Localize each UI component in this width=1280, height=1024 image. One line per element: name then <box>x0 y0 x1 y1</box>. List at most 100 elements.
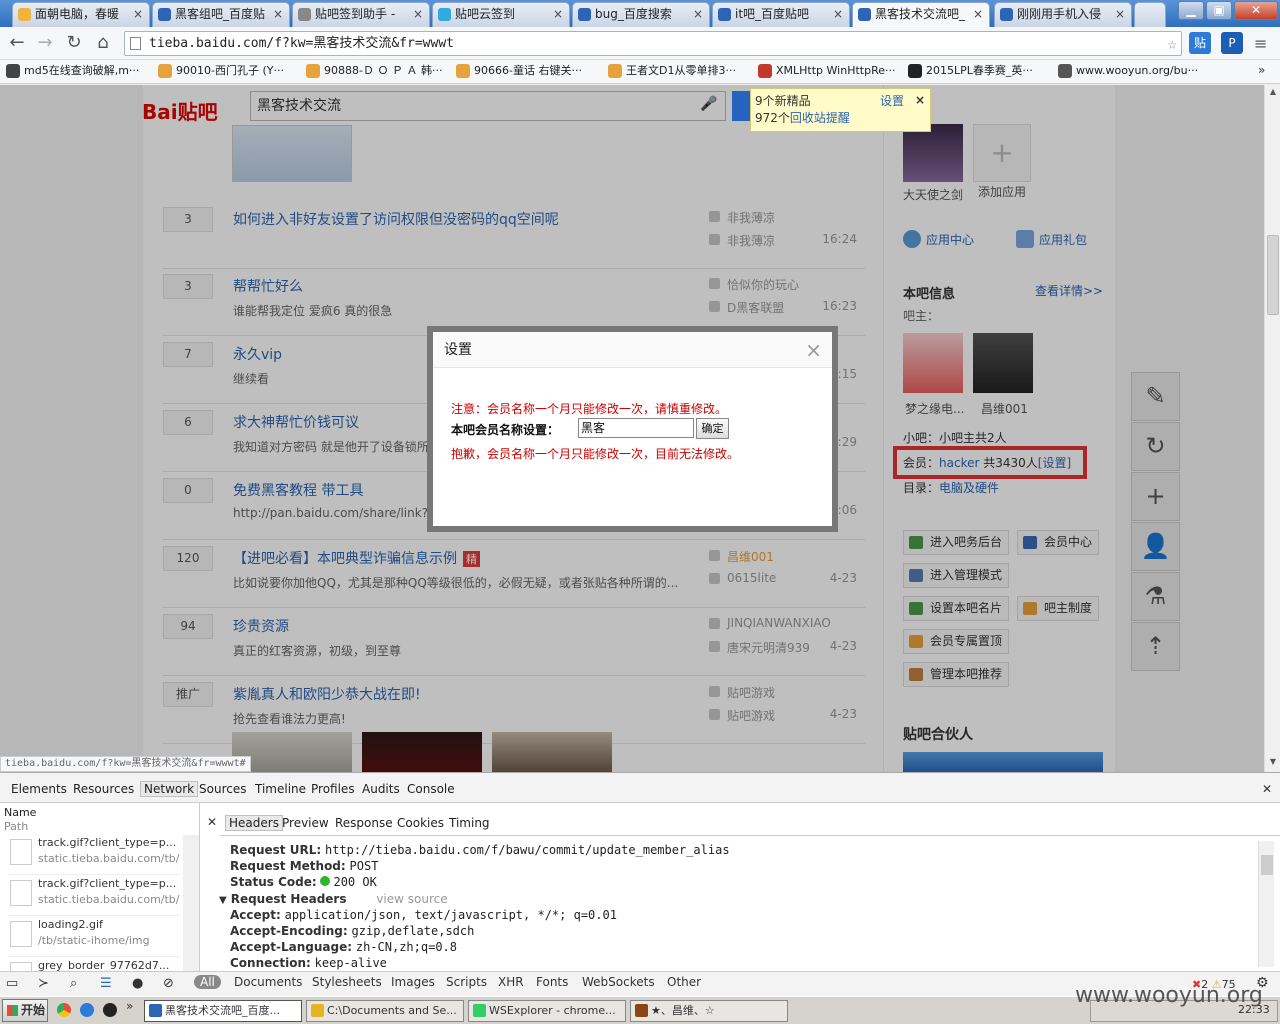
more-quicklaunch-icon[interactable]: » <box>126 999 133 1013</box>
notice-close-icon[interactable]: × <box>915 92 925 109</box>
confirm-button[interactable]: 确定 <box>696 418 729 439</box>
tab-close-icon[interactable]: × <box>413 3 423 25</box>
quicklaunch-icon[interactable] <box>80 1003 94 1017</box>
scroll-up-icon[interactable]: ▲ <box>1267 87 1279 99</box>
menu-icon[interactable]: ≡ <box>1254 34 1267 53</box>
filter-stylesheets[interactable]: Stylesheets <box>312 975 382 989</box>
start-button[interactable]: 开始 <box>2 999 48 1022</box>
devtools-tab-timeline[interactable]: Timeline <box>255 782 306 796</box>
filter-websockets[interactable]: WebSockets <box>582 975 655 989</box>
bookmark-item[interactable]: 90888-Ｄ Ｏ Ｐ Ａ 韩··· <box>306 63 442 79</box>
devtools-tab-network[interactable]: Network <box>140 781 199 797</box>
request-row[interactable]: loading2.gif/tb/static-ihome/img <box>8 917 180 957</box>
back-icon[interactable]: ← <box>6 32 28 54</box>
bookmark-icon <box>608 64 622 78</box>
address-bar[interactable]: tieba.baidu.com/f?kw=黑客技术交流&fr=wwwt ☆ <box>124 31 1182 56</box>
detail-close-icon[interactable]: ✕ <box>207 815 217 829</box>
devtools-tab-profiles[interactable]: Profiles <box>311 782 355 796</box>
tab-close-icon[interactable]: × <box>833 3 843 25</box>
filter-all[interactable]: All <box>194 975 221 989</box>
home-icon[interactable]: ⌂ <box>92 32 114 54</box>
close-window-button[interactable]: ✕ <box>1234 1 1278 20</box>
request-row[interactable]: track.gif?client_type=p... static.tieba.b… <box>8 835 180 875</box>
filter-xhr[interactable]: XHR <box>498 975 524 989</box>
tab-close-icon[interactable]: × <box>1115 3 1125 25</box>
qq-icon[interactable] <box>103 1003 117 1017</box>
taskbar-item[interactable]: 黑客技术交流吧_百度... <box>144 1000 302 1022</box>
browser-tab[interactable]: 黑客组吧_百度贴 × <box>152 2 290 27</box>
extension-icon[interactable]: P <box>1221 32 1243 54</box>
dialog-close-icon[interactable]: × <box>805 338 822 362</box>
taskbar-item[interactable]: ★、昌维、☆ <box>630 1000 788 1022</box>
detail-tab-timing[interactable]: Timing <box>449 816 490 830</box>
request-scrollbar[interactable] <box>183 835 199 971</box>
taskbar-item[interactable]: C:\Documents and Se... <box>306 1000 464 1022</box>
collapse-triangle-icon[interactable]: ▼ <box>219 895 227 906</box>
scroll-thumb[interactable] <box>1261 855 1273 875</box>
star-icon[interactable]: ☆ <box>1167 32 1177 55</box>
list-view-icon[interactable]: ☰ <box>100 976 112 991</box>
tab-close-icon[interactable]: × <box>133 3 143 25</box>
filter-scripts[interactable]: Scripts <box>446 975 487 989</box>
clear-icon[interactable]: ⊘ <box>163 976 174 991</box>
devtools-tab-resources[interactable]: Resources <box>73 782 134 796</box>
dock-icon[interactable]: ▭ <box>6 976 18 991</box>
devtools-tab-console[interactable]: Console <box>407 782 455 796</box>
recycle-bin-link[interactable]: 回收站提醒 <box>790 111 850 125</box>
tab-close-icon[interactable]: × <box>273 3 283 25</box>
bookmark-item[interactable]: www.wooyun.org/bu··· <box>1058 63 1198 79</box>
devtools-tab-sources[interactable]: Sources <box>199 782 246 796</box>
forward-icon[interactable]: → <box>34 32 56 54</box>
more-bookmarks-icon[interactable]: » <box>1258 63 1265 77</box>
bookmark-label: md5在线查询破解,m··· <box>24 64 140 77</box>
console-drawer-icon[interactable]: ≻ <box>38 976 49 991</box>
browser-tab[interactable]: 刚刚用手机入侵 × <box>994 2 1132 27</box>
detail-tab-cookies[interactable]: Cookies <box>397 816 444 830</box>
bookmark-item[interactable]: 2015LPL春季赛_英··· <box>908 63 1033 79</box>
detail-tab-headers[interactable]: Headers <box>225 815 283 831</box>
tab-close-icon[interactable]: × <box>693 3 703 25</box>
browser-tab[interactable]: 贴吧云签到 × <box>432 2 570 27</box>
bookmark-item[interactable]: XMLHttp WinHttpRe··· <box>758 63 895 79</box>
search-icon[interactable]: ⌕ <box>70 976 77 991</box>
header-value[interactable]: view source <box>376 892 447 906</box>
member-name-input[interactable]: 黑客 <box>578 418 694 438</box>
request-row[interactable]: track.gif?client_type=p... static.tieba.b… <box>8 876 180 916</box>
restore-button[interactable]: ▣ <box>1206 1 1232 20</box>
start-label: 开始 <box>21 1003 46 1017</box>
browser-tab[interactable]: bug_百度搜索 × <box>572 2 710 27</box>
reload-icon[interactable]: ↻ <box>63 32 85 54</box>
browser-tab[interactable]: 面朝电脑，春暖 × <box>12 2 150 27</box>
record-icon[interactable]: ● <box>132 976 143 991</box>
bookmark-label: XMLHttp WinHttpRe··· <box>776 64 896 77</box>
tab-close-icon[interactable]: × <box>553 3 563 25</box>
scroll-thumb[interactable] <box>1267 235 1279 315</box>
detail-tab-preview[interactable]: Preview <box>282 816 329 830</box>
detail-tab-response[interactable]: Response <box>335 816 393 830</box>
page-scrollbar[interactable]: ▲ ▼ <box>1264 85 1280 772</box>
tieba-extension-icon[interactable]: 贴 <box>1189 32 1211 54</box>
bookmark-item[interactable]: md5在线查询破解,m··· <box>6 63 139 79</box>
browser-tab[interactable]: 贴吧签到助手 - × <box>292 2 430 27</box>
bookmark-item[interactable]: 90010-西门孔子 (Y··· <box>158 63 284 79</box>
notice-settings-link[interactable]: 设置 <box>880 93 904 110</box>
devtools-tab-audits[interactable]: Audits <box>362 782 400 796</box>
filter-other[interactable]: Other <box>667 975 701 989</box>
browser-tab[interactable]: 黑客技术交流吧_ × <box>852 2 990 27</box>
scroll-down-icon[interactable]: ▼ <box>1267 757 1279 769</box>
devtools-close-icon[interactable]: ✕ <box>1262 782 1272 796</box>
bookmark-item[interactable]: 90666-童话 右键关··· <box>456 63 582 79</box>
taskbar-item[interactable]: WSExplorer - chrome... <box>468 1000 626 1022</box>
filter-fonts[interactable]: Fonts <box>536 975 568 989</box>
browser-tab[interactable]: it吧_百度贴吧 × <box>712 2 850 27</box>
filter-documents[interactable]: Documents <box>234 975 302 989</box>
filter-images[interactable]: Images <box>391 975 435 989</box>
devtools-tab-elements[interactable]: Elements <box>11 782 67 796</box>
tab-close-icon[interactable]: × <box>973 3 983 25</box>
chrome-quicklaunch-icon[interactable] <box>57 1003 71 1017</box>
headers-scrollbar[interactable] <box>1258 841 1274 967</box>
bookmark-item[interactable]: 王者文D1从零单排3··· <box>608 63 736 79</box>
new-tab-button[interactable] <box>1134 2 1166 27</box>
minimize-button[interactable]: ▁ <box>1178 1 1204 20</box>
notice-line1[interactable]: 9个新精品 <box>755 94 811 108</box>
